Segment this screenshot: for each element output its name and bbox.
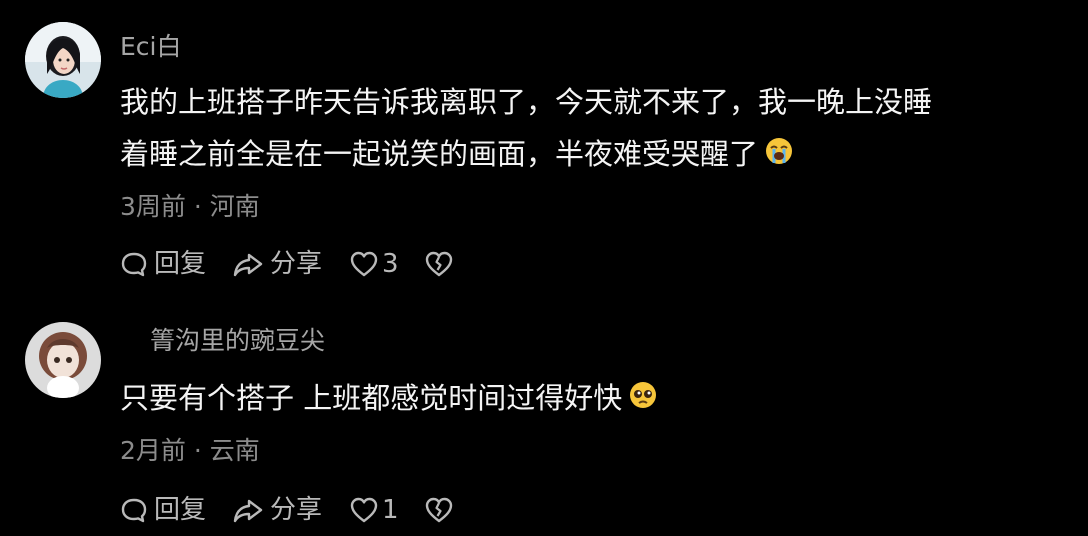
avatar[interactable] — [25, 22, 101, 98]
pleading-face-icon — [628, 374, 658, 426]
comment-item: 箐沟里的豌豆尖 只要有个搭子 上班都感觉时间过得好快 2月前 · 云南 回复 分… — [0, 300, 1088, 536]
loudly-crying-face-icon — [764, 130, 794, 182]
broken-heart-icon — [425, 497, 453, 523]
like-button[interactable]: 1 — [350, 497, 399, 523]
comment-actions: 回复 分享 3 — [120, 250, 453, 278]
comment-text: 只要有个搭子 上班都感觉时间过得好快 — [120, 372, 658, 426]
share-button[interactable]: 分享 — [232, 250, 322, 278]
reply-label: 回复 — [154, 495, 207, 525]
dislike-button[interactable] — [425, 497, 453, 523]
comment-text-line-content: 只要有个搭子 上班都感觉时间过得好快 — [120, 381, 623, 415]
share-button[interactable]: 分享 — [232, 496, 322, 524]
heart-icon — [350, 251, 378, 277]
like-count: 3 — [382, 249, 399, 279]
speech-bubble-icon — [120, 250, 148, 278]
share-arrow-icon — [232, 250, 264, 278]
avatar[interactable] — [25, 322, 101, 398]
comment-text-line: 只要有个搭子 上班都感觉时间过得好快 — [120, 372, 658, 426]
like-button[interactable]: 3 — [350, 251, 399, 277]
comment-actions: 回复 分享 1 — [120, 496, 453, 524]
broken-heart-icon — [425, 251, 453, 277]
share-label: 分享 — [270, 249, 323, 279]
reply-button[interactable]: 回复 — [120, 250, 206, 278]
comment-text-line: 着睡之前全是在一起说笑的画面，半夜难受哭醒了 — [120, 128, 932, 182]
share-arrow-icon — [232, 496, 264, 524]
comment-text-line-content: 着睡之前全是在一起说笑的画面，半夜难受哭醒了 — [120, 137, 759, 171]
comment-meta: 3周前 · 河南 — [120, 192, 260, 221]
share-label: 分享 — [270, 495, 323, 525]
heart-icon — [350, 497, 378, 523]
comment-text: 我的上班搭子昨天告诉我离职了，今天就不来了，我一晚上没睡 着睡之前全是在一起说笑… — [120, 76, 932, 182]
comment-item: Eci白 我的上班搭子昨天告诉我离职了，今天就不来了，我一晚上没睡 着睡之前全是… — [0, 0, 1088, 300]
username[interactable]: Eci白 — [120, 34, 182, 59]
comment-meta: 2月前 · 云南 — [120, 436, 260, 465]
comment-text-line: 我的上班搭子昨天告诉我离职了，今天就不来了，我一晚上没睡 — [120, 85, 933, 119]
speech-bubble-icon — [120, 496, 148, 524]
reply-label: 回复 — [154, 249, 207, 279]
username[interactable]: 箐沟里的豌豆尖 — [150, 328, 325, 353]
dislike-button[interactable] — [425, 251, 453, 277]
like-count: 1 — [382, 495, 399, 525]
reply-button[interactable]: 回复 — [120, 496, 206, 524]
